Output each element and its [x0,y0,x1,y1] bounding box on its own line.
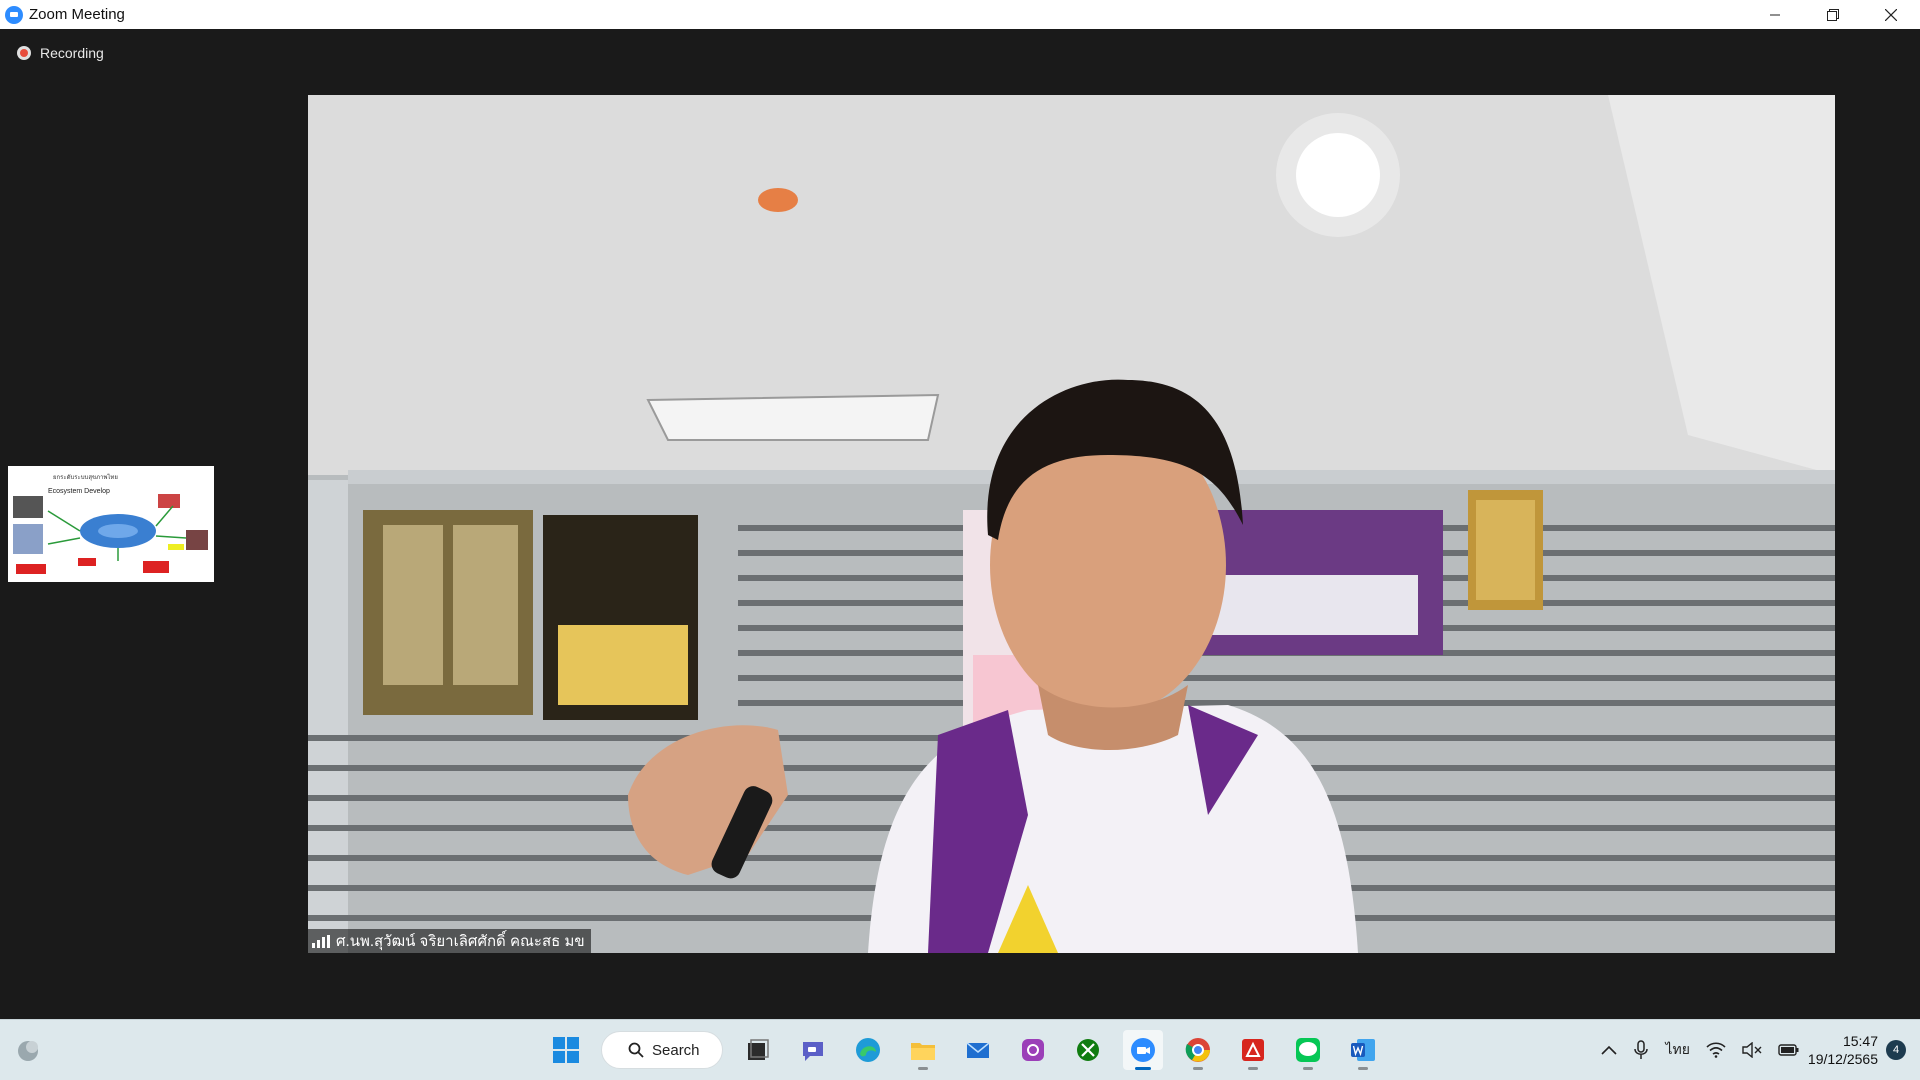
line-icon [1296,1038,1320,1062]
taskbar: Search ไทย 15:47 19/12/2565 4 [0,1019,1920,1080]
wifi-icon [1706,1042,1726,1058]
battery-charging-icon [1778,1044,1799,1056]
video-frame-illustration [308,95,1835,953]
ecosystem-diagram [13,494,208,574]
meeting-area: Recording ยกระดับระบบสุขภาพไทย Ecosystem… [0,29,1920,1020]
window-title: Zoom Meeting [29,6,125,23]
shared-screen-thumbnail[interactable]: ยกระดับระบบสุขภาพไทย Ecosystem Develop [8,466,214,582]
teams-chat-button[interactable] [793,1030,833,1070]
recording-indicator[interactable]: Recording [17,45,104,61]
volume-button[interactable] [1742,1042,1762,1058]
acrobat-icon [1242,1039,1264,1061]
file-explorer-button[interactable] [903,1030,943,1070]
minimize-icon [1770,14,1780,15]
connection-signal-icon [312,934,330,948]
close-button[interactable] [1862,0,1920,29]
taskbar-apps: Search [546,1028,1383,1072]
close-icon [1885,8,1897,21]
app-button[interactable] [1013,1030,1053,1070]
wifi-button[interactable] [1706,1042,1726,1058]
task-view-button[interactable] [738,1030,778,1070]
running-indicator [1248,1067,1258,1070]
input-language: ไทย [1665,1041,1690,1057]
start-button[interactable] [546,1030,586,1070]
clock-time: 15:47 [1842,1033,1878,1049]
show-hidden-icons-button[interactable] [1601,1045,1618,1055]
word-icon [1351,1039,1375,1061]
running-indicator [1135,1067,1151,1070]
line-button[interactable] [1288,1030,1328,1070]
weather-widget-icon[interactable] [14,1036,42,1064]
title-bar: Zoom Meeting [0,0,1920,29]
microphone-button[interactable] [1633,1040,1649,1060]
zoom-icon [1131,1038,1155,1062]
microphone-icon [1634,1040,1649,1059]
clock[interactable]: 15:47 19/12/2565 [1808,1032,1878,1068]
running-indicator [1193,1067,1203,1070]
task-view-icon [748,1039,769,1060]
clock-date: 19/12/2565 [1807,1051,1878,1067]
mail-icon [966,1042,990,1058]
edge-button[interactable] [848,1030,888,1070]
restore-button[interactable] [1804,0,1862,29]
chat-icon [803,1042,823,1061]
camera-app-icon [1022,1039,1044,1061]
active-speaker-video[interactable]: ศ.นพ.สุวัฒน์ จริยาเลิศศักดิ์ คณะสธ มข [308,95,1835,953]
running-indicator [1303,1067,1313,1070]
running-indicator [918,1067,928,1070]
restore-icon [1827,8,1839,21]
participant-name-tag: ศ.นพ.สุวัฒน์ จริยาเลิศศักดิ์ คณะสธ มข [308,929,591,953]
participant-name: ศ.นพ.สุวัฒน์ จริยาเลิศศักดิ์ คณะสธ มข [336,933,585,950]
taskbar-search[interactable]: Search [601,1031,723,1069]
battery-button[interactable] [1778,1043,1800,1057]
zoom-logo-icon [5,5,23,24]
xbox-button[interactable] [1068,1030,1108,1070]
system-tray: ไทย 15:47 19/12/2565 4 [1593,1020,1920,1080]
search-icon [628,1042,644,1058]
input-language-button[interactable]: ไทย [1665,1039,1689,1061]
chrome-icon [1185,1038,1210,1062]
acrobat-button[interactable] [1233,1030,1273,1070]
minimize-button[interactable] [1746,0,1804,29]
window-controls [1746,0,1920,29]
zoom-button[interactable] [1123,1030,1163,1070]
word-button[interactable] [1343,1030,1383,1070]
windows-logo-icon [553,1037,579,1063]
mail-button[interactable] [958,1030,998,1070]
volume-muted-icon [1742,1042,1762,1058]
notification-badge[interactable]: 4 [1886,1040,1906,1060]
chevron-up-icon [1601,1045,1618,1055]
recording-dot-icon [17,46,31,60]
edge-icon [856,1038,880,1062]
folder-icon [911,1043,935,1060]
recording-label: Recording [40,45,104,61]
chrome-button[interactable] [1178,1030,1218,1070]
search-label: Search [652,1041,700,1059]
xbox-icon [1077,1039,1099,1061]
running-indicator [1358,1067,1368,1070]
